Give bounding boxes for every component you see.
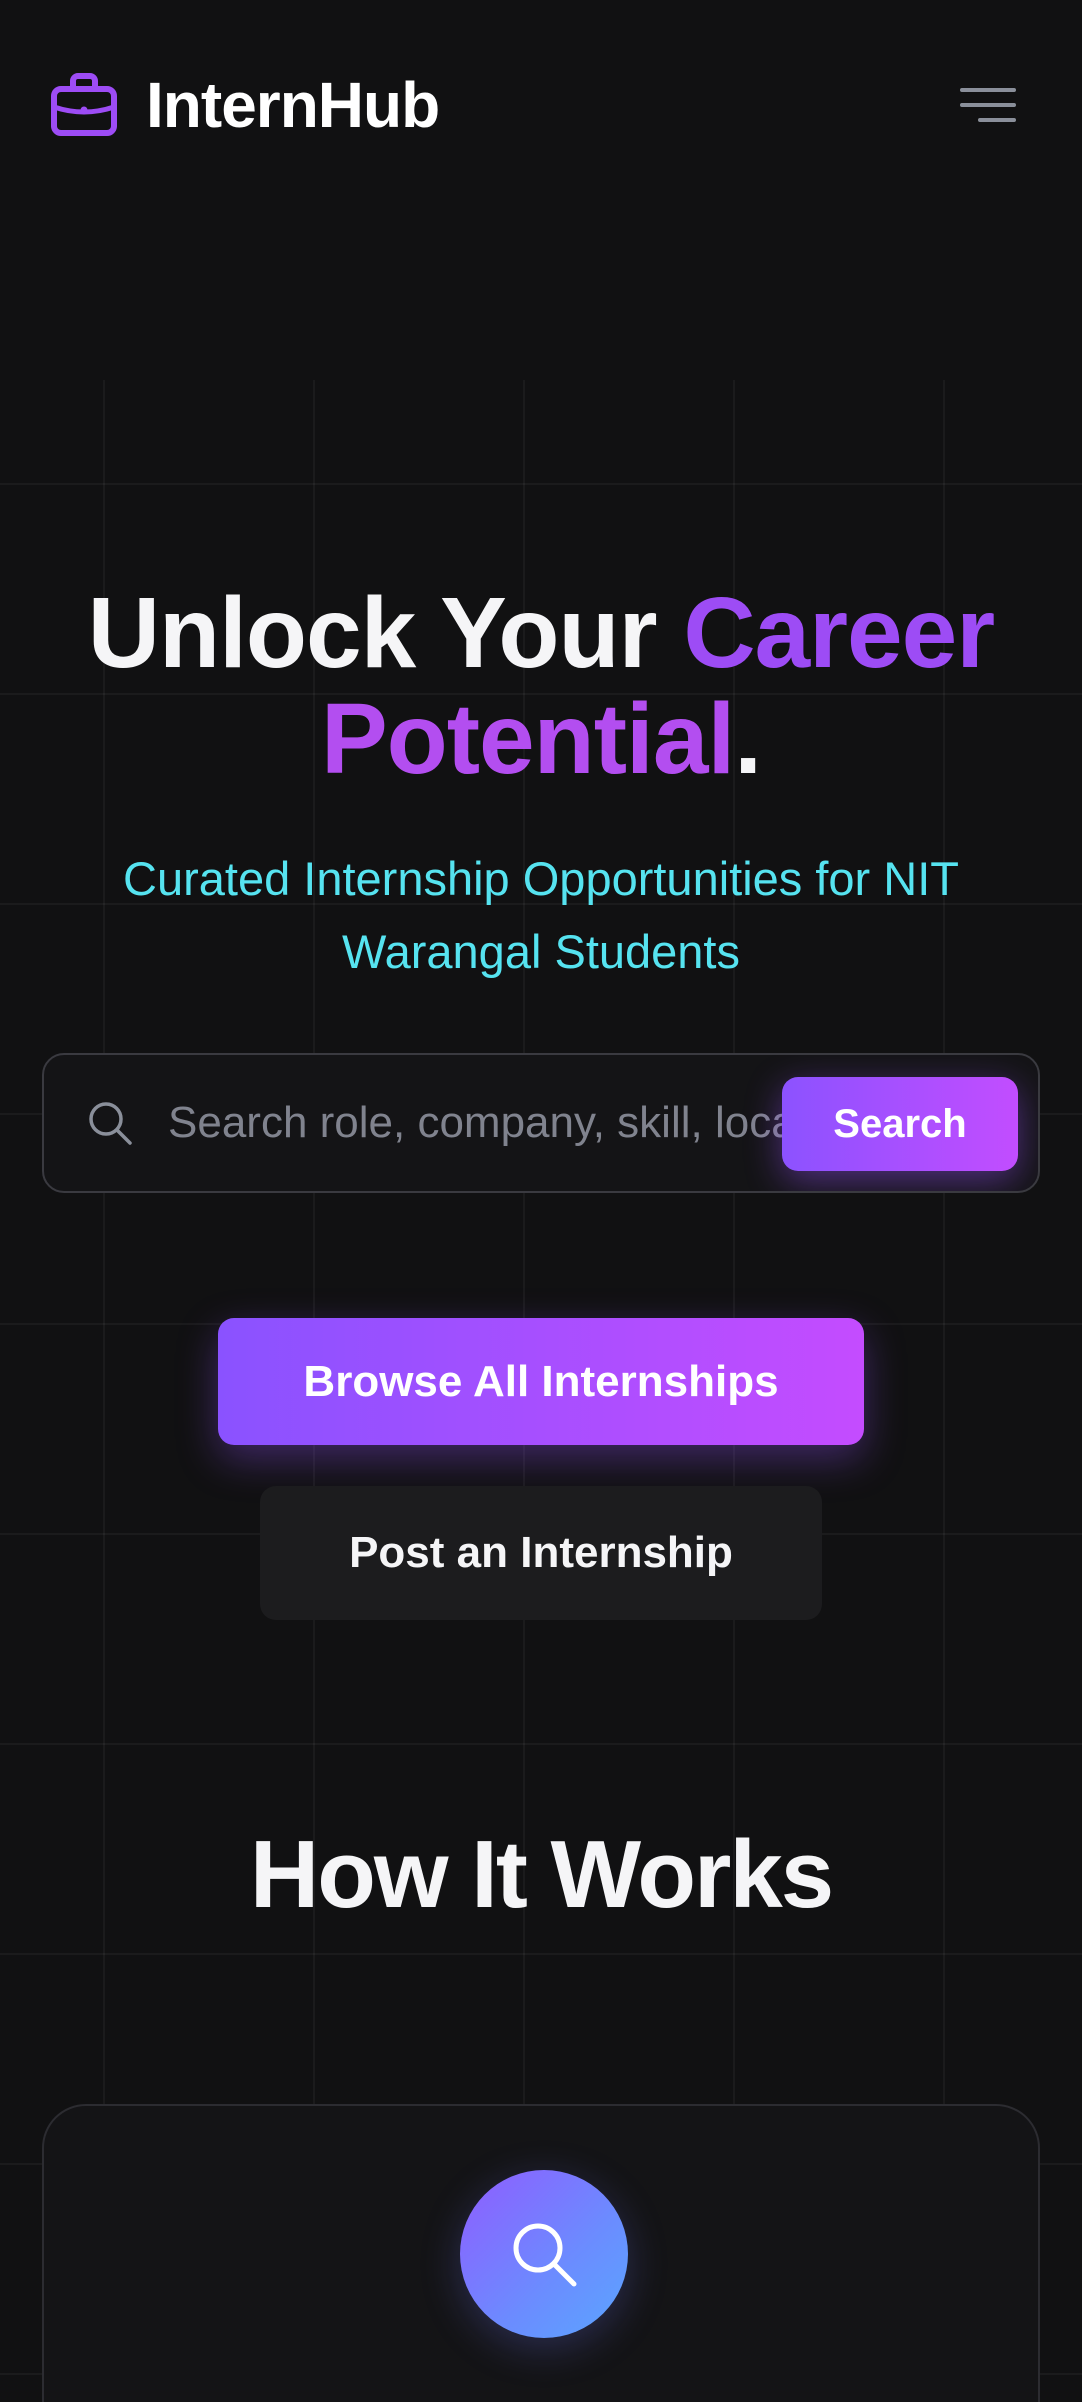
menu-line: [960, 103, 1016, 107]
step-card: [42, 2104, 1040, 2402]
page: InternHub Unlock Your Career Potential. C…: [0, 0, 1082, 2402]
menu-line: [960, 88, 1016, 92]
hero-title-lead: Unlock Your: [87, 577, 684, 689]
how-it-works-title: How It Works: [249, 1821, 834, 1928]
hero-title: Unlock Your Career Potential.: [41, 580, 1041, 792]
briefcase-icon: [51, 73, 117, 136]
brand-logo[interactable]: InternHub: [48, 68, 440, 142]
hero-subtitle: Curated Internship Opportunities for NIT…: [123, 852, 959, 978]
menu-line: [978, 118, 1016, 122]
search-button[interactable]: Search: [782, 1077, 1018, 1171]
brand-name: InternHub: [146, 69, 440, 141]
hero-title-period: .: [734, 683, 762, 795]
search-bar: Search: [42, 1053, 1040, 1193]
hero-title-accent-career: Career: [683, 577, 995, 689]
search-icon: [513, 2223, 577, 2287]
search-icon: [89, 1102, 132, 1145]
top-navbar: InternHub: [0, 0, 1082, 210]
hero-section: Unlock Your Career Potential. Curated Int…: [0, 580, 1082, 988]
browse-internships-button[interactable]: Browse All Internships: [218, 1318, 864, 1445]
post-internship-button[interactable]: Post an Internship: [260, 1486, 822, 1620]
hamburger-menu-icon[interactable]: [956, 75, 1016, 135]
hero-title-accent-potential: Potential: [320, 683, 735, 795]
step-icon-badge: [460, 2170, 628, 2338]
